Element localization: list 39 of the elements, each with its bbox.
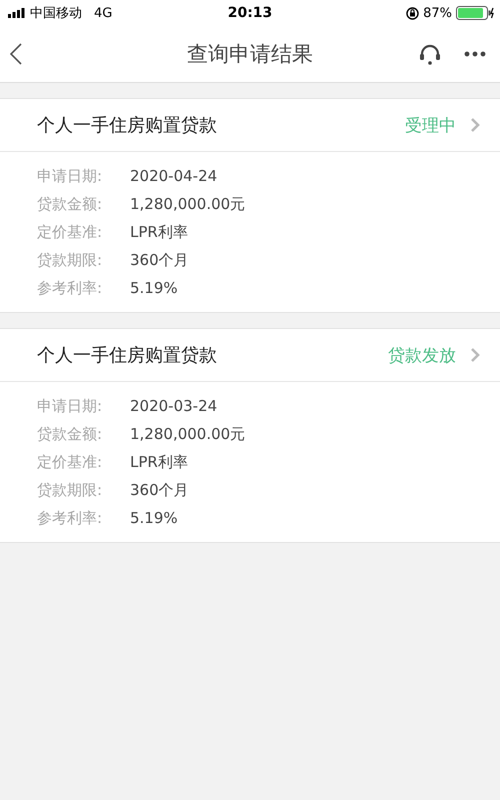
field-label: 贷款期限:: [37, 250, 104, 270]
field-label: 申请日期:: [37, 396, 104, 416]
field-value: 5.19%: [130, 509, 178, 527]
clock-time: 20:13: [228, 5, 272, 21]
application-status: 贷款发放: [388, 344, 456, 366]
field-value: 1,280,000.00元: [130, 424, 246, 444]
field-value: 5.19%: [130, 279, 178, 297]
application-status: 受理中: [405, 114, 456, 136]
loan-type: 个人一手住房购置贷款: [37, 114, 217, 137]
field-label: 贷款金额:: [37, 194, 104, 214]
field-label: 定价基准:: [37, 452, 104, 472]
more-icon[interactable]: [464, 51, 486, 57]
field-label: 贷款金额:: [37, 424, 104, 444]
carrier-name: 中国移动: [30, 5, 82, 22]
application-header[interactable]: 个人一手住房购置贷款 贷款发放: [0, 329, 500, 382]
field-value: 360个月: [130, 250, 189, 270]
headset-icon[interactable]: [418, 43, 442, 65]
chevron-right-icon: [470, 347, 480, 363]
loan-type: 个人一手住房购置贷款: [37, 344, 217, 367]
field-label: 贷款期限:: [37, 480, 104, 500]
field-value: 1,280,000.00元: [130, 194, 246, 214]
field-value: LPR利率: [130, 452, 188, 472]
field-label: 参考利率:: [37, 508, 104, 528]
battery-icon: [456, 6, 494, 20]
page-title: 查询申请结果: [187, 41, 313, 68]
battery-percent: 87%: [423, 6, 452, 20]
rotation-lock-icon: [406, 6, 420, 20]
field-value: LPR利率: [130, 222, 188, 242]
field-value: 360个月: [130, 480, 189, 500]
network-type: 4G: [94, 6, 112, 20]
field-label: 申请日期:: [37, 166, 104, 186]
back-icon[interactable]: [10, 43, 22, 65]
field-label: 参考利率:: [37, 278, 104, 298]
field-label: 定价基准:: [37, 222, 104, 242]
chevron-right-icon: [470, 117, 480, 133]
field-value: 2020-03-24: [130, 397, 218, 415]
application-header[interactable]: 个人一手住房购置贷款 受理中: [0, 99, 500, 152]
field-value: 2020-04-24: [130, 167, 218, 185]
signal-icon: [8, 8, 26, 18]
